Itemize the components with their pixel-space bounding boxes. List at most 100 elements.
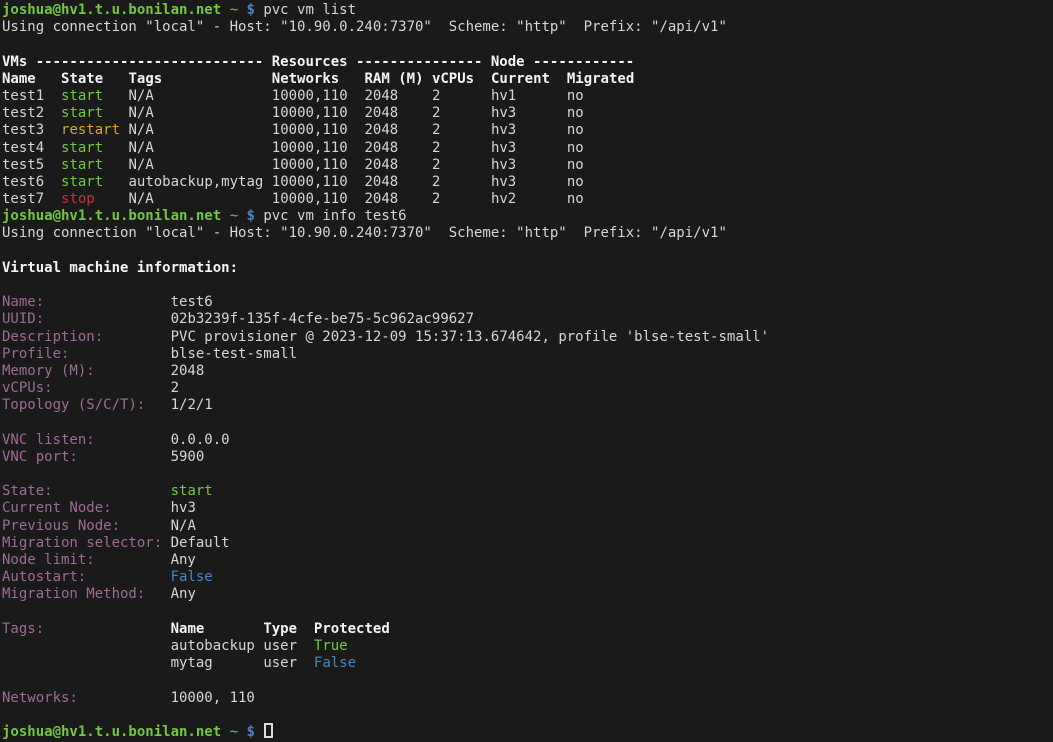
vm-row-test4: test4 start N/A 10000,110 2048 2 hv3 no: [2, 140, 1053, 157]
vm-name: test2: [2, 105, 44, 121]
vm-node: hv3: [491, 122, 516, 138]
vm-ram: 2048: [365, 122, 399, 138]
vm-tags: N/A: [128, 157, 153, 173]
vm-row-test1: test1 start N/A 10000,110 2048 2 hv1 no: [2, 88, 1053, 105]
vm-row-test3: test3 restart N/A 10000,110 2048 2 hv3 n…: [2, 122, 1053, 139]
prompt-symbol: $: [246, 724, 254, 740]
vm-tags: autobackup,mytag: [128, 174, 263, 190]
field-label: Tags:: [2, 621, 44, 637]
terminal-cursor[interactable]: [264, 723, 273, 738]
connection-info-line: Using connection "local" - Host: "10.90.…: [2, 225, 1053, 242]
resources-section-title: Resources: [263, 54, 356, 70]
vm-state: start: [61, 157, 103, 173]
field-label: Description:: [2, 329, 103, 345]
vm-migrated: no: [567, 105, 584, 121]
info-line-vnc-port: VNC port: 5900: [2, 449, 1053, 466]
vm-row-test5: test5 start N/A 10000,110 2048 2 hv3 no: [2, 157, 1053, 174]
blank-line: [2, 36, 1053, 53]
vm-migrated: no: [567, 174, 584, 190]
vm-state: start: [61, 174, 103, 190]
field-value: PVC provisioner @ 2023-12-09 15:37:13.67…: [171, 329, 769, 345]
vm-migrated: no: [567, 157, 584, 173]
info-line-vnc-listen: VNC listen: 0.0.0.0: [2, 432, 1053, 449]
vm-state: start: [61, 105, 103, 121]
blank-line: [2, 243, 1053, 260]
vm-vcpus: 2: [432, 174, 440, 190]
vm-tags: N/A: [128, 105, 153, 121]
field-value: 2048: [171, 363, 205, 379]
vm-name: test3: [2, 122, 44, 138]
info-line-previous-node: Previous Node: N/A: [2, 518, 1053, 535]
vm-tags: N/A: [128, 88, 153, 104]
vms-section-rule: ---------------------------: [36, 54, 264, 70]
blank-line: [2, 277, 1053, 294]
tag-name: mytag: [171, 655, 213, 671]
vm-node: hv3: [491, 105, 516, 121]
vm-vcpus: 2: [432, 88, 440, 104]
prompt-line-2: joshua@hv1.t.u.bonilan.net ~ $ pvc vm in…: [2, 208, 1053, 225]
vm-node: hv2: [491, 191, 516, 207]
info-line-migration-method: Migration Method: Any: [2, 586, 1053, 603]
field-label: Migration selector:: [2, 535, 162, 551]
table-column-header-line: Name State Tags Networks RAM (M) vCPUs C…: [2, 71, 1053, 88]
connection-info: Using connection "local" - Host: "10.90.…: [2, 225, 727, 241]
tag-row-mytag: mytag user False: [2, 655, 1053, 672]
vm-row-test7: test7 stop N/A 10000,110 2048 2 hv2 no: [2, 191, 1053, 208]
field-value: hv3: [171, 500, 196, 516]
field-value: blse-test-small: [171, 346, 297, 362]
vm-networks: 10000,110: [272, 174, 348, 190]
vm-state: start: [61, 140, 103, 156]
vm-ram: 2048: [364, 191, 398, 207]
tag-protected: True: [314, 638, 348, 654]
field-label: Autostart:: [2, 569, 86, 585]
vm-state: restart: [61, 122, 120, 138]
col-header-ram: RAM (M): [365, 71, 424, 87]
vm-row-test6: test6 start autobackup,mytag 10000,110 2…: [2, 174, 1053, 191]
node-section-rule: ------------: [533, 54, 634, 70]
col-header-vcpus: vCPUs: [432, 71, 474, 87]
tag-protected: False: [314, 655, 356, 671]
prompt-user-host: joshua@hv1.t.u.bonilan.net: [2, 2, 221, 18]
prompt-symbol: $: [246, 208, 254, 224]
command-text: pvc vm info test6: [255, 208, 407, 224]
vm-networks: 10000,110: [272, 122, 348, 138]
prompt-user-host: joshua@hv1.t.u.bonilan.net: [2, 724, 221, 740]
vm-vcpus: 2: [432, 191, 440, 207]
field-value: 5900: [171, 449, 205, 465]
field-label: UUID:: [2, 311, 44, 327]
vm-node: hv1: [491, 88, 516, 104]
vm-networks: 10000,110: [272, 140, 348, 156]
field-label: Previous Node:: [2, 518, 120, 534]
prompt-line-1: joshua@hv1.t.u.bonilan.net ~ $ pvc vm li…: [2, 2, 1053, 19]
blank-line: [2, 672, 1053, 689]
vm-row-test2: test2 start N/A 10000,110 2048 2 hv3 no: [2, 105, 1053, 122]
field-label: Name:: [2, 294, 44, 310]
col-header-name: Name: [2, 71, 36, 87]
col-header-current: Current: [491, 71, 550, 87]
info-line-name: Name: test6: [2, 294, 1053, 311]
connection-info: Using connection "local" - Host: "10.90.…: [2, 19, 727, 35]
info-line-node-limit: Node limit: Any: [2, 552, 1053, 569]
vm-state: start: [61, 88, 103, 104]
vm-node: hv3: [491, 157, 516, 173]
field-value: 1/2/1: [171, 397, 213, 413]
vm-ram: 2048: [365, 157, 399, 173]
blank-line: [2, 707, 1053, 724]
vms-section-title: VMs: [2, 54, 36, 70]
prompt-line-3: joshua@hv1.t.u.bonilan.net ~ $: [2, 724, 1053, 741]
field-value: Any: [171, 586, 196, 602]
vm-ram: 2048: [365, 88, 399, 104]
field-value: N/A: [171, 518, 196, 534]
info-line-networks: Networks: 10000, 110: [2, 690, 1053, 707]
vm-name: test5: [2, 157, 44, 173]
vm-networks: 10000,110: [272, 88, 348, 104]
node-section-title: Node: [482, 54, 533, 70]
col-header-migrated: Migrated: [567, 71, 634, 87]
terminal-window[interactable]: joshua@hv1.t.u.bonilan.net ~ $ pvc vm li…: [0, 0, 1053, 742]
field-label: Profile:: [2, 346, 69, 362]
table-section-header-line: VMs --------------------------- Resource…: [2, 54, 1053, 71]
field-value: 2: [171, 380, 179, 396]
connection-info-line: Using connection "local" - Host: "10.90.…: [2, 19, 1053, 36]
info-line-current-node: Current Node: hv3: [2, 500, 1053, 517]
vm-migrated: no: [567, 191, 584, 207]
